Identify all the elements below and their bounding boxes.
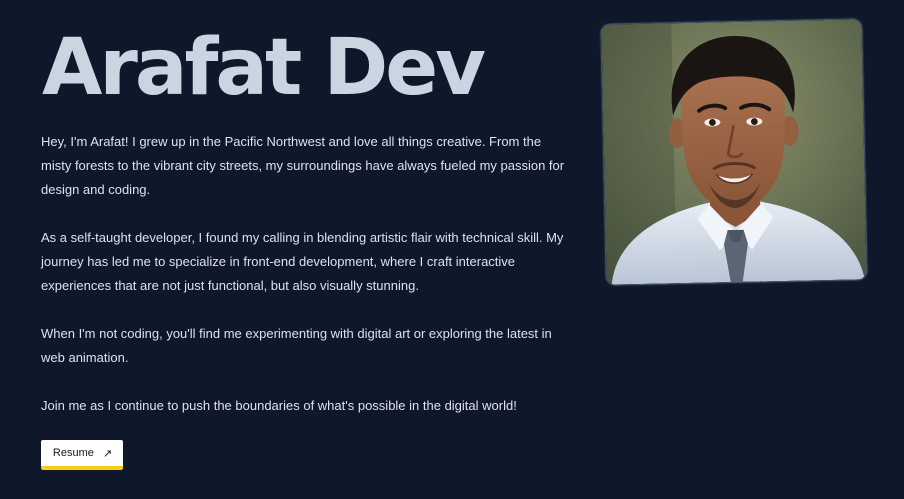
arrow-up-right-icon: ↗	[102, 446, 113, 460]
bio-paragraph-journey: As a self-taught developer, I found my c…	[41, 230, 564, 293]
page-title: Arafat Dev	[42, 23, 486, 113]
resume-button-label: Resume	[52, 447, 94, 459]
bio-paragraph-intro: Hey, I'm Arafat! I grew up in the Pacifi…	[41, 134, 565, 197]
bio-section: Hey, I'm Arafat! I grew up in the Pacifi…	[41, 130, 571, 442]
bio-paragraph-hobbies: When I'm not coding, you'll find me expe…	[41, 326, 552, 365]
profile-photo	[600, 18, 868, 286]
bio-paragraph-closing: Join me as I continue to push the bounda…	[41, 398, 517, 413]
resume-button[interactable]: Resume ↗	[41, 440, 123, 470]
profile-photo-illustration	[601, 19, 867, 285]
